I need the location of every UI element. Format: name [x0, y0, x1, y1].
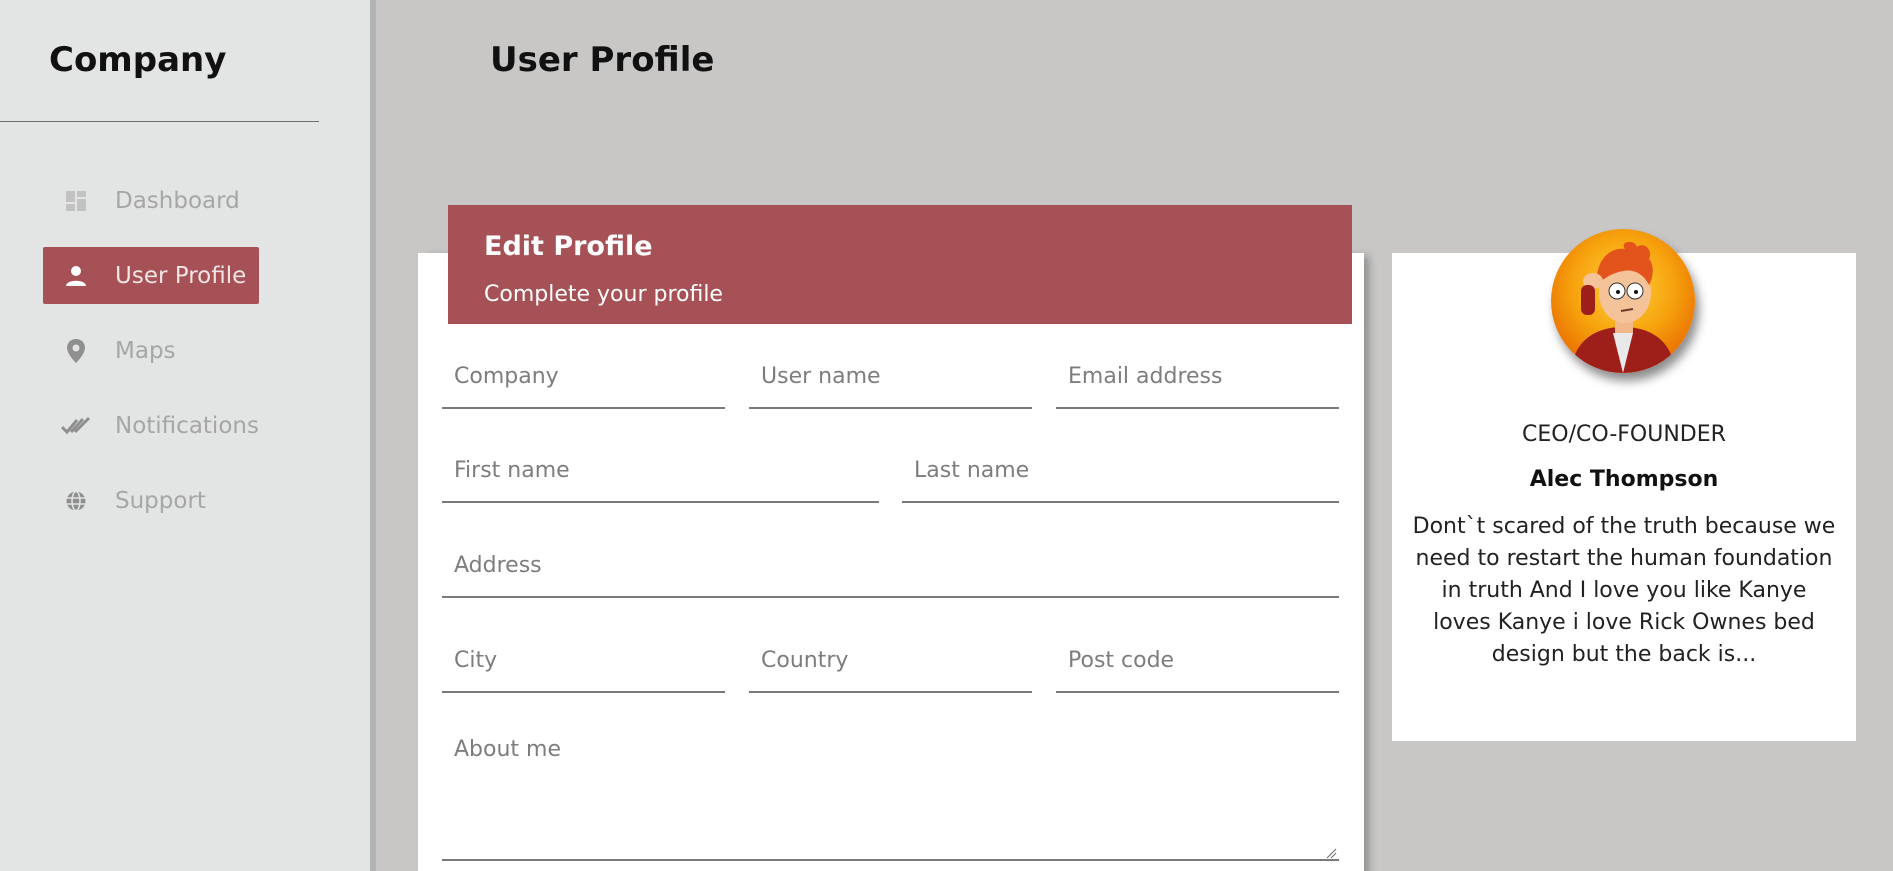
profile-name: Alec Thompson: [1529, 467, 1719, 492]
brand-divider: [0, 121, 319, 122]
edit-profile-card: [418, 253, 1364, 871]
post-code-input[interactable]: [1056, 629, 1339, 691]
city-input[interactable]: [442, 629, 725, 691]
company-field: [442, 345, 725, 409]
sidebar-item-label: Maps: [115, 337, 176, 364]
card-title: Edit Profile: [484, 231, 653, 262]
address-input[interactable]: [442, 534, 1339, 596]
sidebar-item-dashboard[interactable]: Dashboard: [43, 172, 259, 229]
person-icon: [61, 261, 91, 291]
sidebar-item-maps[interactable]: Maps: [43, 322, 259, 379]
address-field: [442, 534, 1339, 598]
page-title: User Profile: [490, 40, 715, 80]
double-check-icon: [61, 411, 91, 441]
username-input[interactable]: [749, 345, 1032, 407]
last-name-input[interactable]: [902, 439, 1339, 501]
sidebar-item-user-profile[interactable]: User Profile: [43, 247, 259, 304]
sidebar-nav: Dashboard User Profile Maps Notification…: [43, 172, 363, 547]
sidebar-item-label: Dashboard: [115, 187, 240, 214]
company-input[interactable]: [442, 345, 725, 407]
country-field: [749, 629, 1032, 693]
edit-profile-header: Edit Profile Complete your profile: [448, 205, 1352, 324]
about-me-field: [442, 719, 1339, 861]
sidebar-item-notifications[interactable]: Notifications: [43, 397, 259, 454]
profile-bio: Dont`t scared of the truth because we ne…: [1412, 514, 1836, 667]
globe-icon: [61, 486, 91, 516]
sidebar-item-support[interactable]: Support: [43, 472, 259, 529]
dashboard-icon: [61, 186, 91, 216]
email-input[interactable]: [1056, 345, 1339, 407]
first-name-input[interactable]: [442, 439, 879, 501]
sidebar: Company Dashboard User Profile Maps Noti…: [0, 0, 376, 871]
first-name-field: [442, 439, 879, 503]
about-me-textarea[interactable]: [442, 719, 1339, 859]
avatar: [1551, 229, 1695, 373]
profile-role: CEO/CO-FOUNDER: [1522, 422, 1726, 447]
brand-title: Company: [49, 40, 227, 80]
username-field: [749, 345, 1032, 409]
location-pin-icon: [61, 336, 91, 366]
resize-grip-icon[interactable]: [1325, 844, 1337, 859]
country-input[interactable]: [749, 629, 1032, 691]
email-field: [1056, 345, 1339, 409]
post-code-field: [1056, 629, 1339, 693]
sidebar-item-label: Notifications: [115, 412, 259, 439]
sidebar-item-label: User Profile: [115, 262, 247, 289]
sidebar-item-label: Support: [115, 487, 206, 514]
card-subtitle: Complete your profile: [484, 282, 723, 307]
city-field: [442, 629, 725, 693]
last-name-field: [902, 439, 1339, 503]
